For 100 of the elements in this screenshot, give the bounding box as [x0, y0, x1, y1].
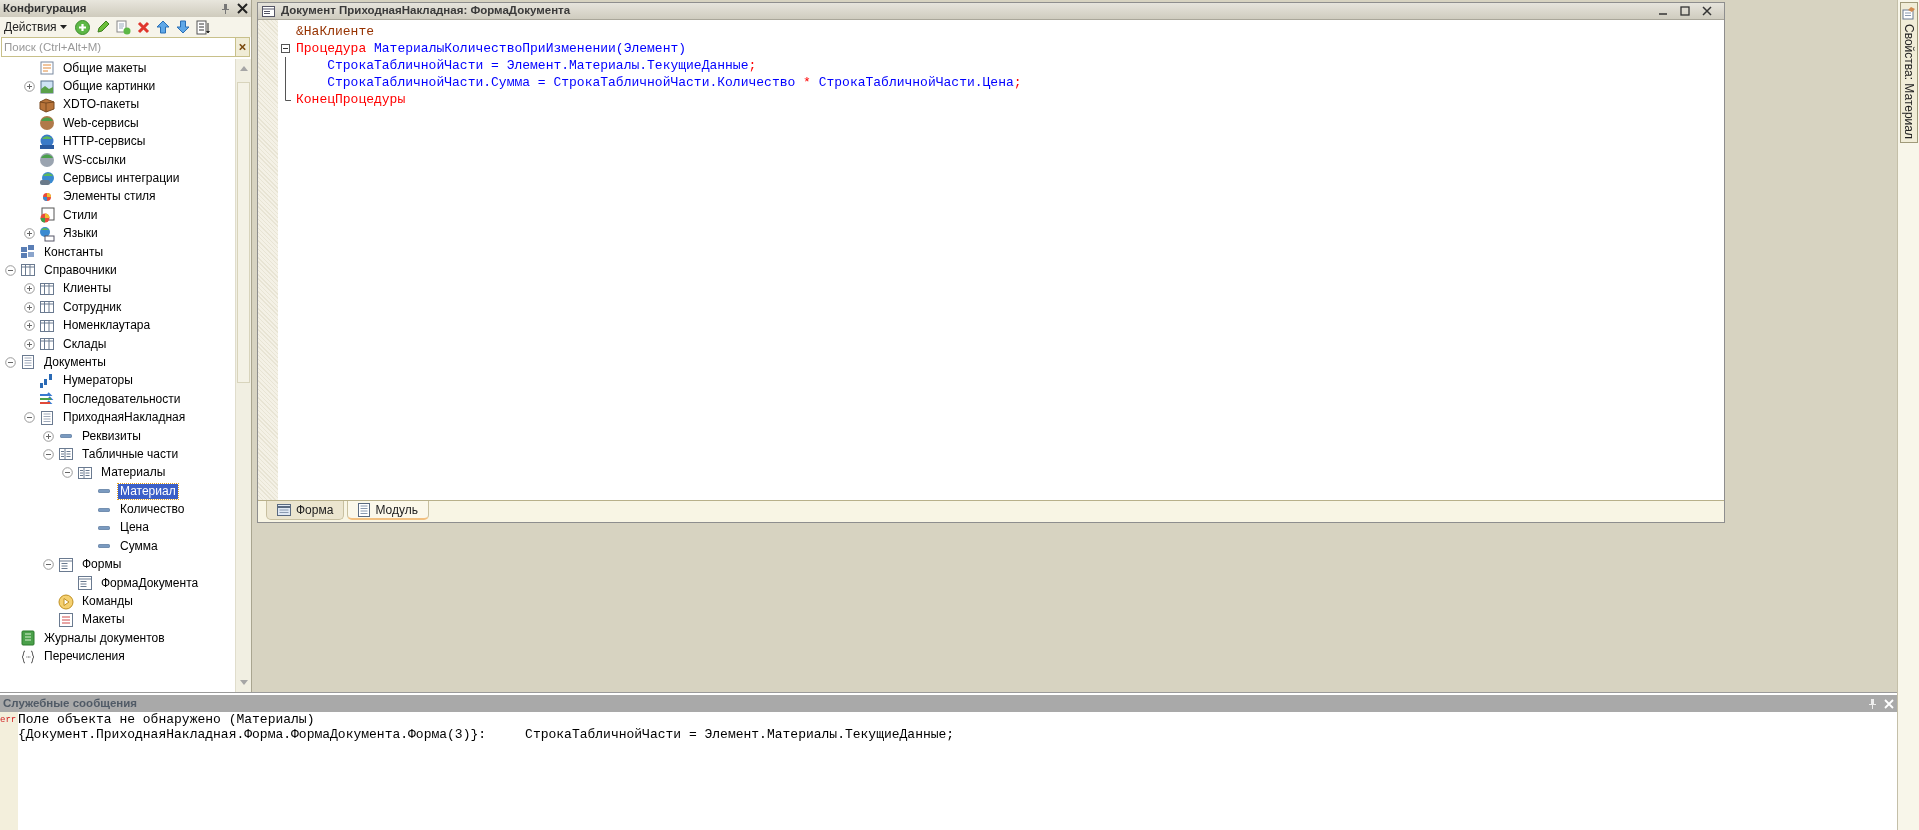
table-icon: [39, 336, 55, 353]
panel-title: Служебные сообщения: [3, 695, 138, 711]
tree-item[interactable]: Документы: [42, 354, 108, 370]
tree-item[interactable]: Сумма: [118, 538, 160, 554]
tree-item[interactable]: ПриходнаяНакладная: [61, 410, 188, 426]
tree-item[interactable]: Общие макеты: [61, 60, 149, 76]
expand-toggle[interactable]: [23, 81, 35, 93]
tree-item[interactable]: Макеты: [80, 612, 127, 628]
tree-item[interactable]: Web-сервисы: [61, 115, 141, 131]
scrollbar[interactable]: [235, 59, 251, 692]
collapse-toggle[interactable]: [61, 467, 73, 479]
code-line: СтрокаТабличнойЧасти = Элемент.Материалы.ТекущиеДанные;: [326, 56, 757, 75]
tree-item[interactable]: Справочники: [42, 263, 119, 278]
tree-item[interactable]: ФормаДокумента: [99, 575, 201, 591]
code-line: Процедура МатериалыКоличествоПриИзменении(Элемент): [296, 39, 687, 58]
fold-end-line: [285, 91, 291, 101]
tree-item[interactable]: Команды: [80, 594, 135, 609]
code-line: СтрокаТабличнойЧасти.Сумма = СтрокаТабличнойЧасти.Количество * СтрокаТабличнойЧасти.Цена;: [326, 73, 1022, 92]
add-icon[interactable]: [74, 19, 90, 35]
tree-item[interactable]: Формы: [80, 557, 124, 573]
tree-item[interactable]: Клиенты: [61, 281, 114, 297]
maximize-icon[interactable]: [1680, 6, 1690, 16]
tree-item[interactable]: XDTO-пакеты: [61, 97, 142, 113]
blocks-icon: [20, 244, 36, 261]
scrollbar-thumb[interactable]: [237, 82, 250, 383]
tree-item[interactable]: Константы: [42, 244, 106, 260]
tree-item[interactable]: Элементы стиля: [61, 189, 158, 205]
collapse-toggle[interactable]: [281, 44, 290, 53]
dash-icon: [60, 434, 72, 438]
form-icon: [262, 5, 275, 17]
clear-icon[interactable]: [236, 37, 250, 57]
tree-item[interactable]: Последовательности: [61, 391, 183, 407]
tab[interactable]: Модуль: [347, 501, 429, 520]
form-icon: [58, 556, 74, 573]
tree-item[interactable]: Номенклаутара: [61, 318, 153, 334]
message-text: Поле объекта не обнаружено (Материалы): [18, 710, 315, 729]
image-icon: [39, 78, 55, 95]
dash-icon: [98, 507, 110, 512]
pencil-icon[interactable]: [95, 20, 110, 34]
tree-item[interactable]: Стили: [61, 207, 100, 223]
sort-list-icon[interactable]: [195, 19, 210, 35]
tab[interactable]: Форма: [266, 501, 345, 520]
collapse-toggle[interactable]: [4, 356, 16, 368]
tree-item[interactable]: Сервисы интеграции: [61, 171, 182, 187]
tree-item[interactable]: Перечисления: [42, 649, 127, 665]
document-icon: [39, 409, 55, 426]
tree-item[interactable]: Языки: [61, 226, 100, 242]
table-icon: [39, 299, 55, 316]
table-icon: [58, 446, 74, 463]
tree-item[interactable]: Нумераторы: [61, 373, 135, 389]
document-icon: [20, 354, 36, 371]
tree-item[interactable]: Сотрудник: [61, 299, 124, 315]
collapse-toggle[interactable]: [42, 559, 54, 571]
delete-icon[interactable]: [136, 20, 150, 34]
form-icon: [277, 504, 291, 516]
message-text: {Документ.ПриходнаяНакладная.Форма.ФормаДокумента.Форма(3)}: СтрокаТабличнойЧасти = Элемент.Материалы.ТекущиеДанные;: [18, 726, 955, 744]
close-icon[interactable]: [1702, 6, 1712, 16]
tree-item[interactable]: Журналы документов: [42, 630, 167, 646]
properties-icon: [1901, 6, 1916, 20]
tree-item[interactable]: Реквизиты: [80, 428, 143, 444]
tree-item[interactable]: HTTP-сервисы: [61, 134, 148, 150]
pin-icon[interactable]: [222, 3, 229, 14]
braces-icon: [20, 648, 36, 665]
collapse-toggle[interactable]: [42, 448, 54, 460]
error-marker: err: [0, 714, 18, 725]
document-icon: [39, 60, 55, 77]
close-icon[interactable]: [237, 3, 248, 14]
search-field[interactable]: Поиск (Ctrl+Alt+M): [1, 37, 236, 57]
expand-toggle[interactable]: [23, 301, 35, 313]
code-line: &НаКлиенте: [296, 22, 374, 41]
form-icon: [77, 575, 93, 592]
tree-item[interactable]: Материал: [118, 483, 178, 499]
move-up-icon[interactable]: [155, 20, 170, 34]
move-down-icon[interactable]: [175, 20, 190, 34]
collapse-toggle[interactable]: [23, 412, 35, 424]
palette-icon: [39, 207, 55, 224]
tree-item[interactable]: Цена: [118, 520, 151, 536]
expand-toggle[interactable]: [23, 283, 35, 295]
book-icon: [20, 630, 36, 647]
tree-item[interactable]: Склады: [61, 336, 109, 352]
steps-icon: [39, 372, 55, 389]
expand-toggle[interactable]: [23, 320, 35, 332]
table-icon: [20, 262, 36, 279]
globe-icon: [39, 133, 55, 150]
tree-item[interactable]: Табличные части: [80, 446, 181, 462]
globe-icon: [39, 225, 55, 242]
collapse-toggle[interactable]: [4, 265, 16, 276]
tree-item[interactable]: Материалы: [99, 465, 168, 481]
tree-item[interactable]: WS-ссылки: [61, 152, 128, 168]
expand-toggle[interactable]: [23, 228, 35, 240]
dash-icon: [98, 525, 110, 530]
document-icon: [358, 502, 371, 517]
window-title: Документ ПриходнаяНакладная: ФормаДокумента: [281, 3, 571, 19]
expand-toggle[interactable]: [42, 430, 54, 442]
tree-item[interactable]: Количество: [118, 502, 187, 518]
tree-item[interactable]: Общие картинки: [61, 79, 158, 95]
globe-icon: [39, 152, 55, 169]
expand-toggle[interactable]: [23, 338, 35, 350]
play-icon: [58, 593, 74, 610]
properties-tab[interactable]: Свойства: Материал: [1899, 2, 1918, 143]
